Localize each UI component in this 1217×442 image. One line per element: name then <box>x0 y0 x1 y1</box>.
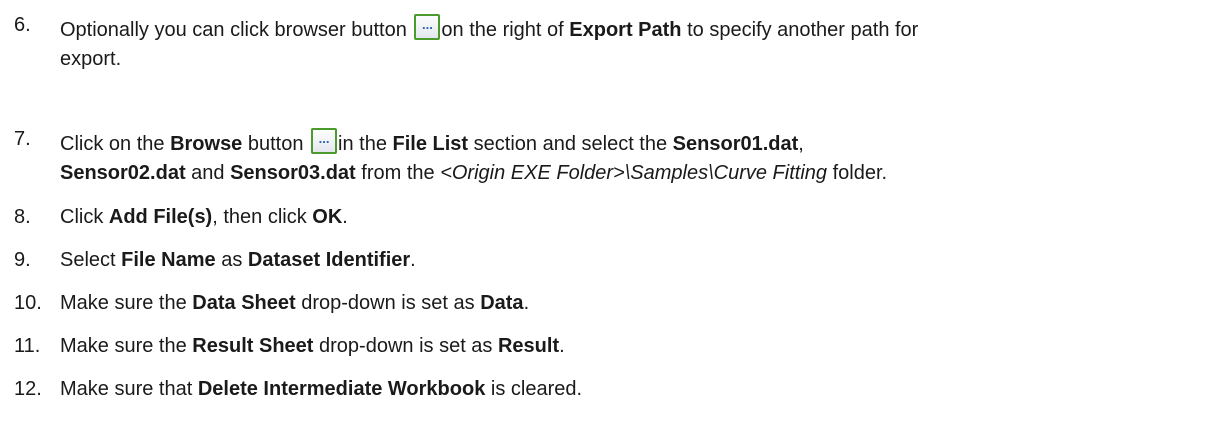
ui-term: Dataset Identifier <box>247 249 411 271</box>
ui-term: Result Sheet <box>192 335 314 357</box>
step-text-line: Sensor02.dat and Sensor03.dat from the <… <box>60 162 888 184</box>
step-number: 11. <box>14 335 41 357</box>
ui-term: OK <box>312 206 343 228</box>
browse-button-icon: ... <box>311 128 338 154</box>
step-number: 9. <box>14 249 31 271</box>
ui-term: Add File(s) <box>108 206 213 228</box>
step-text-line: Make sure that Delete Intermediate Workb… <box>60 378 583 400</box>
ui-term: Delete Intermediate Workbook <box>197 378 486 400</box>
ui-term: Data Sheet <box>192 292 296 314</box>
step-number: 10. <box>14 292 42 314</box>
ui-term: Browse <box>170 133 243 155</box>
step-text-line: export. <box>60 48 122 70</box>
ui-term: Sensor01.dat <box>672 133 799 155</box>
ui-term: Data <box>480 292 524 314</box>
step-text-line: Make sure the Data Sheet drop-down is se… <box>60 292 530 314</box>
ui-term: File List <box>392 133 469 155</box>
browse-button-icon: ... <box>414 14 441 40</box>
step-number: 6. <box>14 14 31 36</box>
ui-term: File Name <box>121 249 216 271</box>
step-number: 7. <box>14 128 31 150</box>
step-text-line: Optionally you can click browser button … <box>60 14 918 42</box>
ui-term: Export Path <box>569 19 682 41</box>
folder-path: <Origin EXE Folder>\Samples\Curve Fittin… <box>440 162 828 184</box>
step-text-line: Select File Name as Dataset Identifier. <box>60 249 416 271</box>
step-number: 12. <box>14 378 42 400</box>
step-text-line: Click on the Browse button ... in the Fil… <box>60 128 804 156</box>
ui-term: Sensor03.dat <box>230 162 356 184</box>
instruction-document: 6. Optionally you can click browser butt… <box>0 0 1217 442</box>
step-text-line: Make sure the Result Sheet drop-down is … <box>60 335 565 357</box>
step-text-line: Click Add File(s), then click OK. <box>60 206 348 228</box>
ui-term: Sensor02.dat <box>60 162 186 184</box>
step-number: 8. <box>14 206 31 228</box>
ui-term: Result <box>497 335 560 357</box>
